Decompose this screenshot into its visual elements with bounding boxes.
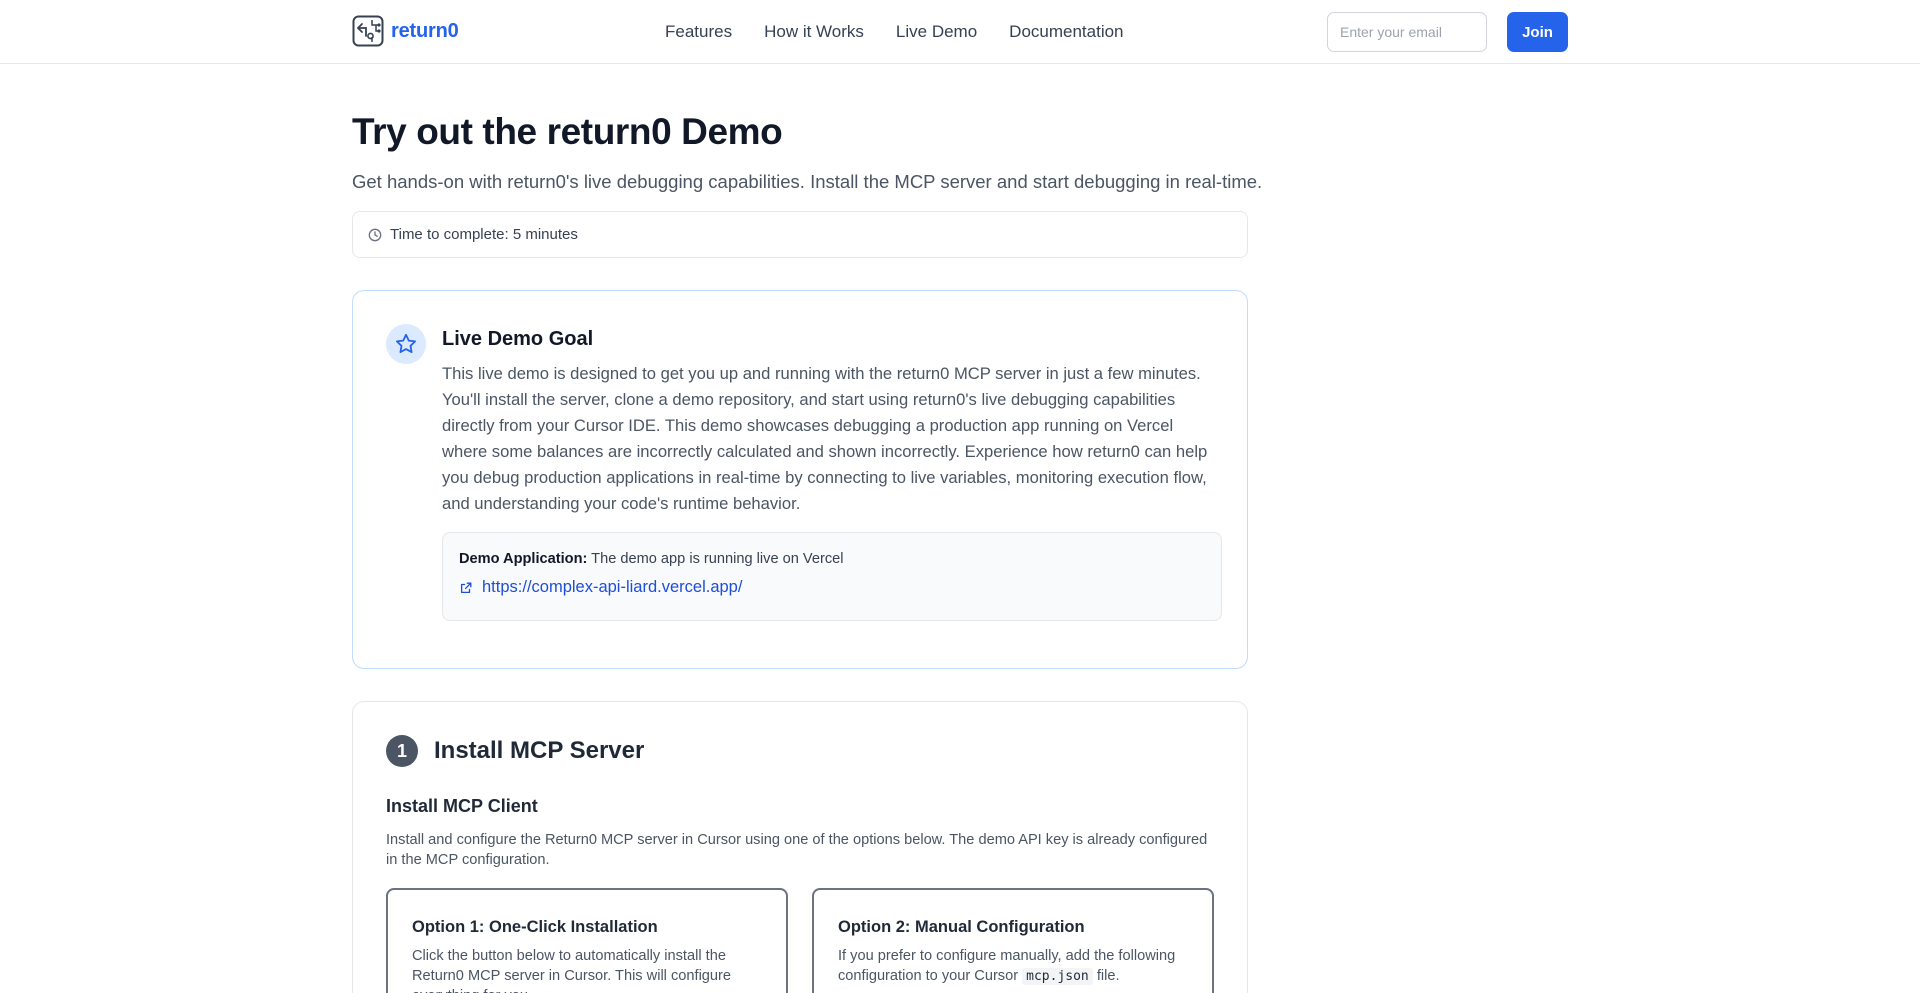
external-link-icon: [460, 582, 472, 593]
star-icon: [396, 333, 416, 353]
option-one-click-installation[interactable]: Option 1: One-Click Installation Click t…: [386, 888, 788, 993]
email-input[interactable]: [1327, 12, 1487, 52]
page-title: Try out the return0 Demo: [352, 111, 783, 152]
option-description: If you prefer to configure manually, add…: [838, 946, 1198, 987]
time-to-complete-text: Time to complete: 5 minutes: [390, 226, 578, 243]
option-manual-configuration[interactable]: Option 2: Manual Configuration If you pr…: [812, 888, 1214, 993]
demo-app-url: https://complex-api-liard.vercel.app/: [482, 578, 743, 596]
option-title: Option 2: Manual Configuration: [838, 918, 1085, 936]
nav-link-how-it-works[interactable]: How it Works: [764, 22, 864, 42]
brand-name: return0: [391, 19, 459, 42]
main-nav: Features How it Works Live Demo Document…: [665, 0, 1124, 64]
demo-application-text: The demo app is running live on Vercel: [591, 551, 844, 567]
option-description-after: file.: [1096, 968, 1120, 984]
nav-link-live-demo[interactable]: Live Demo: [896, 22, 977, 42]
nav-link-documentation[interactable]: Documentation: [1009, 22, 1123, 42]
demo-app-link[interactable]: https://complex-api-liard.vercel.app/: [459, 578, 742, 597]
star-icon-badge: [386, 324, 426, 364]
option-title: Option 1: One-Click Installation: [412, 918, 658, 936]
step-1-card: 1 Install MCP Server Install MCP Client …: [352, 701, 1248, 993]
step-title: Install MCP Server: [434, 737, 645, 764]
demo-application-box: Demo Application: The demo app is runnin…: [442, 532, 1222, 621]
page-subtitle: Get hands-on with return0's live debuggi…: [352, 171, 1263, 192]
option-description-before: If you prefer to configure manually, add…: [838, 948, 1176, 984]
step-subtitle: Install MCP Client: [386, 796, 538, 816]
demo-application-label: Demo Application:: [459, 551, 588, 567]
demo-application-line: Demo Application: The demo app is runnin…: [459, 549, 843, 569]
step-number-badge: 1: [386, 735, 418, 767]
clock-icon: [368, 228, 382, 241]
goal-description: This live demo is designed to get you up…: [442, 364, 1208, 513]
live-demo-goal-card: Live Demo Goal This live demo is designe…: [352, 290, 1248, 669]
option-description: Click the button below to automatically …: [412, 948, 732, 993]
top-navbar: return0 Features How it Works Live Demo …: [0, 0, 1920, 64]
time-to-complete-box: Time to complete: 5 minutes: [352, 211, 1248, 258]
step-description: Install and configure the Return0 MCP se…: [386, 832, 1208, 868]
return0-logo-icon: [352, 15, 384, 47]
mcp-json-filename: mcp.json: [1022, 968, 1093, 985]
goal-title: Live Demo Goal: [442, 328, 594, 350]
join-button[interactable]: Join: [1507, 12, 1568, 52]
brand-logo-link[interactable]: return0: [352, 15, 459, 47]
nav-link-features[interactable]: Features: [665, 22, 732, 42]
